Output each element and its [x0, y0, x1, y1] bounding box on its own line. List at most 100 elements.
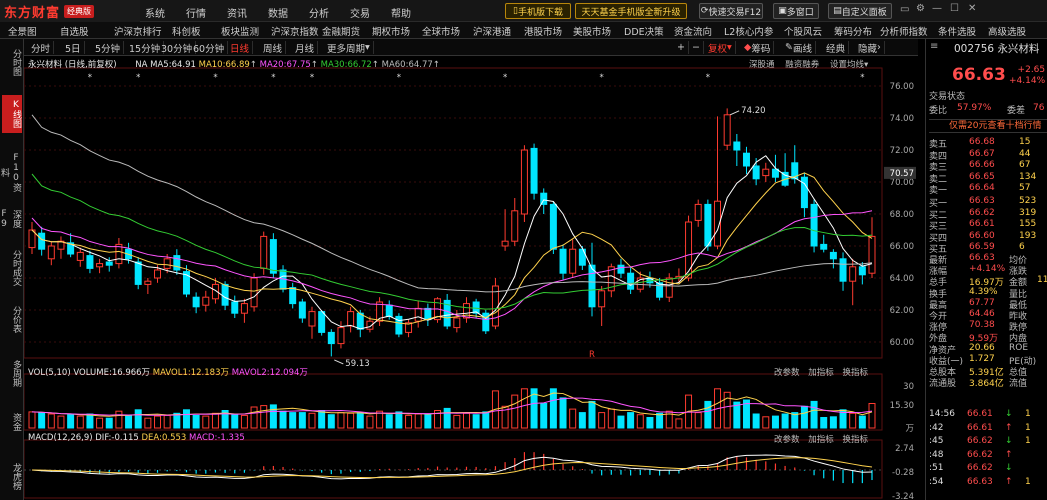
view-price-table[interactable]: 分价表 — [2, 301, 22, 337]
menu-quotes[interactable]: 行情 — [186, 5, 206, 20]
level2-promo-link[interactable]: 仅需20元查看十档行情 — [929, 119, 1047, 133]
candle-body — [96, 263, 104, 268]
macd-edit-param[interactable]: 改参数 — [774, 435, 800, 445]
menu-system[interactable]: 系统 — [145, 5, 165, 20]
nav-dde[interactable]: DDE决策 — [624, 24, 664, 38]
low-pointer — [334, 359, 344, 365]
minus-icon[interactable]: − — [689, 41, 704, 54]
volume-bar — [154, 415, 162, 429]
vol-switch-indicator[interactable]: 换指标 — [842, 368, 868, 378]
nav-l2[interactable]: L2核心内参 — [724, 24, 773, 38]
nav-global[interactable]: 全球市场 — [422, 24, 460, 38]
stat-row: 涨幅 +4.14% 涨跌 — [929, 264, 1047, 277]
candle-body — [685, 221, 693, 279]
nav-index[interactable]: 沪深京指数 — [271, 24, 319, 38]
stat-value: 64.46 — [969, 309, 995, 319]
fuquan-button[interactable]: 复权 ▾ — [705, 41, 736, 55]
view-timeline[interactable]: 分时图 — [2, 43, 22, 81]
macd-axis-label: -3.24 — [892, 492, 914, 500]
nav-analyst[interactable]: 分析师指数 — [880, 24, 928, 38]
ma60-label: MA60:64.77 — [381, 60, 433, 70]
margin-link[interactable]: 融资融券 — [785, 60, 819, 70]
mobile-download-button[interactable]: ▯ 手机版下载 — [505, 3, 571, 19]
menu-analysis[interactable]: 分析 — [309, 5, 329, 20]
event-star-icon: * — [706, 73, 710, 83]
nav-options[interactable]: 期权市场 — [372, 24, 410, 38]
volume-bar — [771, 415, 779, 429]
nav-sector[interactable]: 板块监测 — [221, 24, 259, 38]
volume-axis-label: 15.30 — [890, 401, 914, 411]
ma-settings-link[interactable]: 设置均线 — [830, 60, 864, 70]
draw-line-button[interactable]: ✎ 画线 — [782, 41, 816, 55]
ask-volume: 67 — [1019, 160, 1031, 170]
period-weekly[interactable]: 周线 — [260, 41, 287, 55]
view-depth[interactable]: 深度F9 — [0, 201, 22, 237]
period-timeline[interactable]: 分时 — [28, 41, 55, 55]
fund-app-button[interactable]: 天天基金手机版全新升级 — [575, 3, 687, 19]
stat-row: 涨停 70.38 跌停 — [929, 320, 1047, 333]
view-kline[interactable]: K线图 — [2, 95, 22, 133]
candle-body — [598, 290, 606, 308]
view-f10[interactable]: F10资料 — [0, 151, 22, 193]
quote-toggle-icon[interactable]: ≡ — [930, 41, 938, 52]
nav-panorama[interactable]: 全景图 — [8, 24, 37, 38]
kline-chart-area[interactable]: 76.00 74.00 72.00 70.00 68.00 66.00 64.00 62.00… — [24, 56, 918, 500]
vol-add-indicator[interactable]: 加指标 — [808, 368, 834, 378]
nav-ranking[interactable]: 沪深京排行 — [114, 24, 162, 38]
nav-connect[interactable]: 沪深港通 — [473, 24, 511, 38]
nav-advanced[interactable]: 高级选股 — [988, 24, 1026, 38]
multi-window-button[interactable]: ▣ 多窗口 — [773, 3, 819, 19]
stat-value: 67.77 — [969, 297, 995, 308]
nav-chips[interactable]: 筹码分布 — [834, 24, 872, 38]
chips-button[interactable]: ◆ 筹码 — [741, 41, 775, 55]
candle-body — [800, 176, 808, 209]
custom-panel-button[interactable]: ▤ 自定义面板 — [828, 3, 892, 19]
nav-futures[interactable]: 金融期货 — [322, 24, 360, 38]
menu-news[interactable]: 资讯 — [227, 5, 247, 20]
view-ticks[interactable]: 分时成交 — [2, 244, 22, 292]
volume-bar — [472, 414, 480, 429]
close-icon[interactable]: ✕ — [968, 3, 976, 14]
view-capital[interactable]: 资金 — [2, 409, 22, 435]
quote-sidebar: ≡ 002756 永兴材料 66.63 +2.65 +4.14% 交易状态 委比 … — [925, 39, 1047, 500]
hk-connect-link[interactable]: 深股通 — [749, 60, 775, 70]
view-multi-period[interactable]: 多周期 — [2, 355, 22, 391]
volume-bar — [636, 414, 644, 429]
candle-body — [221, 283, 229, 306]
menu-function[interactable]: 交易 — [350, 5, 370, 20]
left-view-bar: 分时图 K线图 F10资料 深度F9 分时成交 分价表 多周期 资金 龙虎榜 — [0, 39, 24, 500]
candle-body — [134, 261, 142, 285]
vol-edit-param[interactable]: 改参数 — [774, 368, 800, 378]
macd-add-indicator[interactable]: 加指标 — [808, 435, 834, 445]
nav-us[interactable]: 美股市场 — [573, 24, 611, 38]
nav-stock-news[interactable]: 个股风云 — [784, 24, 822, 38]
macd-switch-indicator[interactable]: 换指标 — [842, 435, 868, 445]
tick-row: :48 66.62 ↑ — [929, 450, 1047, 462]
period-daily[interactable]: 日线 — [227, 41, 254, 55]
price-axis-label: 62.00 — [890, 306, 914, 316]
hide-button[interactable]: 隐藏 › — [855, 41, 885, 55]
nav-screener[interactable]: 条件选股 — [938, 24, 976, 38]
period-monthly[interactable]: 月线 — [292, 41, 319, 55]
menu-help[interactable]: 帮助 — [391, 5, 411, 20]
maximize-icon[interactable]: ☐ — [950, 3, 959, 14]
candle-body — [347, 311, 355, 327]
period-60min[interactable]: 60分钟 — [190, 41, 229, 55]
menu-data[interactable]: 数据 — [268, 5, 288, 20]
stock-code-name: 002756 永兴材料 — [954, 43, 1040, 55]
settings-icon[interactable]: ⚙ — [916, 3, 925, 14]
nav-star-market[interactable]: 科创板 — [172, 24, 201, 38]
nav-fundflow[interactable]: 资金流向 — [674, 24, 712, 38]
period-5day[interactable]: 5日 — [62, 41, 85, 55]
minimize-icon[interactable]: ▭ — [900, 4, 909, 15]
nav-hk[interactable]: 港股市场 — [524, 24, 562, 38]
period-more[interactable]: 更多周期 ▾ — [324, 41, 374, 55]
nav-watchlist[interactable]: 自选股 — [60, 24, 89, 38]
restore-icon[interactable]: — — [932, 3, 942, 14]
period-5min[interactable]: 5分钟 — [92, 41, 125, 55]
add-icon[interactable]: + — [674, 41, 689, 54]
quick-trade-button[interactable]: ⟳ 快速交易F12 — [699, 3, 763, 19]
classic-button[interactable]: 经典 — [823, 41, 850, 55]
current-price: 66.63 — [952, 65, 1006, 85]
view-dragon-tiger[interactable]: 龙虎榜 — [2, 457, 22, 495]
